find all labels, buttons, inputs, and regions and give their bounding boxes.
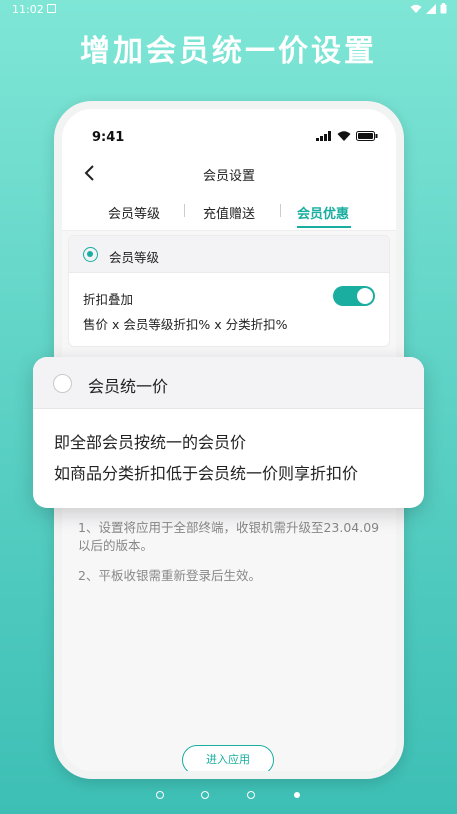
cellular-icon — [316, 131, 331, 141]
unified-price-option[interactable]: 会员统一价 — [33, 357, 424, 409]
battery-icon — [356, 131, 378, 141]
active-tab-indicator — [297, 226, 351, 228]
tab-member-discount[interactable]: 会员优惠 — [297, 203, 349, 222]
note-item: 2、平板收银需重新登录后生效。 — [78, 568, 261, 583]
status-time: 11:02 — [12, 3, 44, 16]
page-dot[interactable] — [156, 791, 164, 799]
discount-stack-toggle[interactable] — [333, 286, 375, 306]
battery-icon — [440, 3, 447, 14]
member-level-option[interactable]: 会员等级 — [69, 236, 389, 273]
note-item: 1、设置将应用于全部终端，收银机需升级至23.04.09以后的版本。 — [78, 520, 380, 553]
banner-title: 增加会员统一价设置 — [80, 34, 377, 69]
price-formula: 售价 x 会员等级折扣% x 分类折扣% — [83, 317, 288, 332]
phone-status-bar: 9:41 — [62, 109, 396, 155]
member-level-option-label: 会员等级 — [109, 250, 160, 265]
page-indicator — [0, 788, 457, 802]
tab-separator — [184, 204, 185, 217]
notes-section: 1、设置将应用于全部终端，收银机需升级至23.04.09以后的版本。 2、平板收… — [78, 519, 380, 597]
unified-price-callout: 会员统一价 即全部会员按统一的会员价 如商品分类折扣低于会员统一价则享折扣价 — [33, 357, 424, 508]
unified-price-option-label: 会员统一价 — [88, 377, 169, 396]
tab-recharge-gift[interactable]: 充值赠送 — [203, 203, 255, 222]
callout-description-line2: 如商品分类折扣低于会员统一价则享折扣价 — [54, 464, 359, 483]
wifi-icon — [337, 131, 351, 141]
tab-bar: 会员等级 充值赠送 会员优惠 — [62, 191, 396, 231]
signal-icon — [426, 3, 436, 14]
wifi-icon — [410, 4, 422, 13]
tab-separator — [280, 204, 281, 217]
radio-unselected-icon[interactable] — [53, 374, 72, 393]
nav-bar: 会员设置 — [62, 155, 396, 191]
page-dot[interactable] — [201, 791, 209, 799]
page-dot[interactable] — [247, 791, 255, 799]
radio-selected-icon[interactable] — [83, 247, 98, 262]
callout-description-line1: 即全部会员按统一的会员价 — [54, 433, 247, 452]
phone-status-icons — [316, 131, 378, 141]
discount-stack-label: 折扣叠加 — [83, 292, 134, 307]
tab-member-level[interactable]: 会员等级 — [108, 203, 160, 222]
page-dot-active[interactable] — [294, 792, 300, 798]
nav-title: 会员设置 — [202, 169, 255, 184]
notification-icon — [47, 4, 56, 13]
enter-app-button[interactable]: 进入应用 — [182, 745, 274, 771]
phone-time: 9:41 — [92, 130, 125, 145]
system-status-bar: 11:02 — [0, 0, 457, 18]
status-icons — [410, 3, 447, 14]
member-level-card: 会员等级 折扣叠加 售价 x 会员等级折扣% x 分类折扣% — [68, 235, 390, 347]
